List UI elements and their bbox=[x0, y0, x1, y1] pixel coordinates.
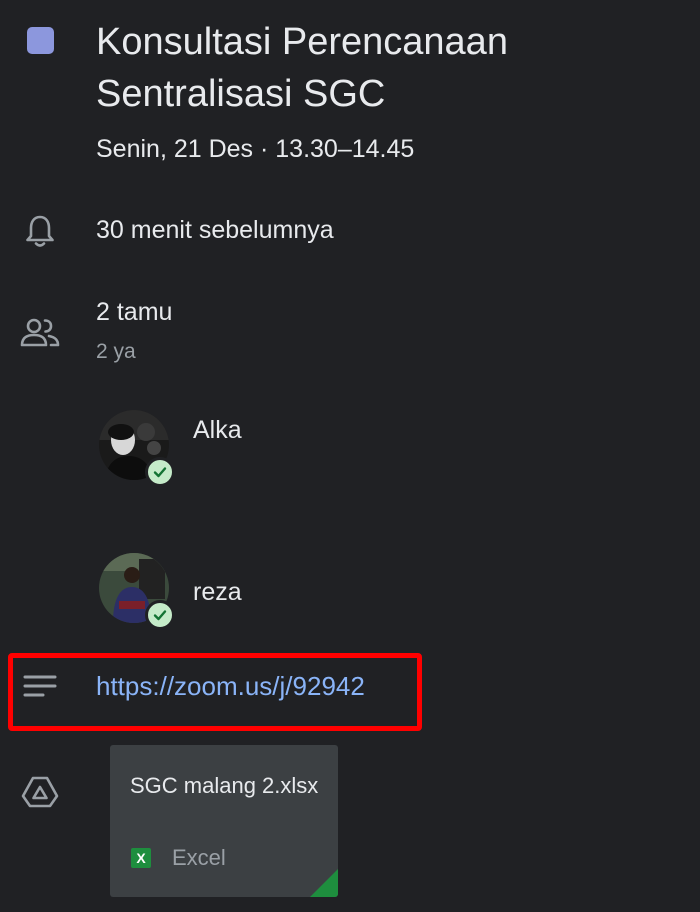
bell-icon bbox=[18, 209, 62, 253]
attachment-type: Excel bbox=[172, 845, 226, 870]
file-corner-fold bbox=[310, 869, 338, 897]
event-color-square bbox=[27, 27, 54, 54]
attachment-name: SGC malang 2.xlsx bbox=[130, 773, 319, 798]
guest-rsvp-summary: 2 ya bbox=[96, 340, 136, 363]
event-title: Konsultasi Perencanaan Sentralisasi SGC bbox=[96, 21, 508, 115]
reminder-text[interactable]: 30 menit sebelumnya bbox=[96, 213, 334, 247]
guest-count: 2 tamu bbox=[96, 298, 173, 326]
guest-name[interactable]: Alka bbox=[193, 413, 242, 447]
highlight-box bbox=[8, 653, 422, 731]
attachment-card[interactable]: SGC malang 2.xlsx X Excel bbox=[110, 745, 338, 897]
people-icon bbox=[18, 310, 62, 354]
drive-icon bbox=[18, 770, 62, 814]
check-icon bbox=[145, 600, 175, 630]
excel-icon: X bbox=[131, 848, 151, 868]
guest-name[interactable]: reza bbox=[193, 575, 242, 609]
check-icon bbox=[145, 457, 175, 487]
event-datetime: Senin, 21 Des · 13.30–14.45 bbox=[96, 135, 415, 163]
